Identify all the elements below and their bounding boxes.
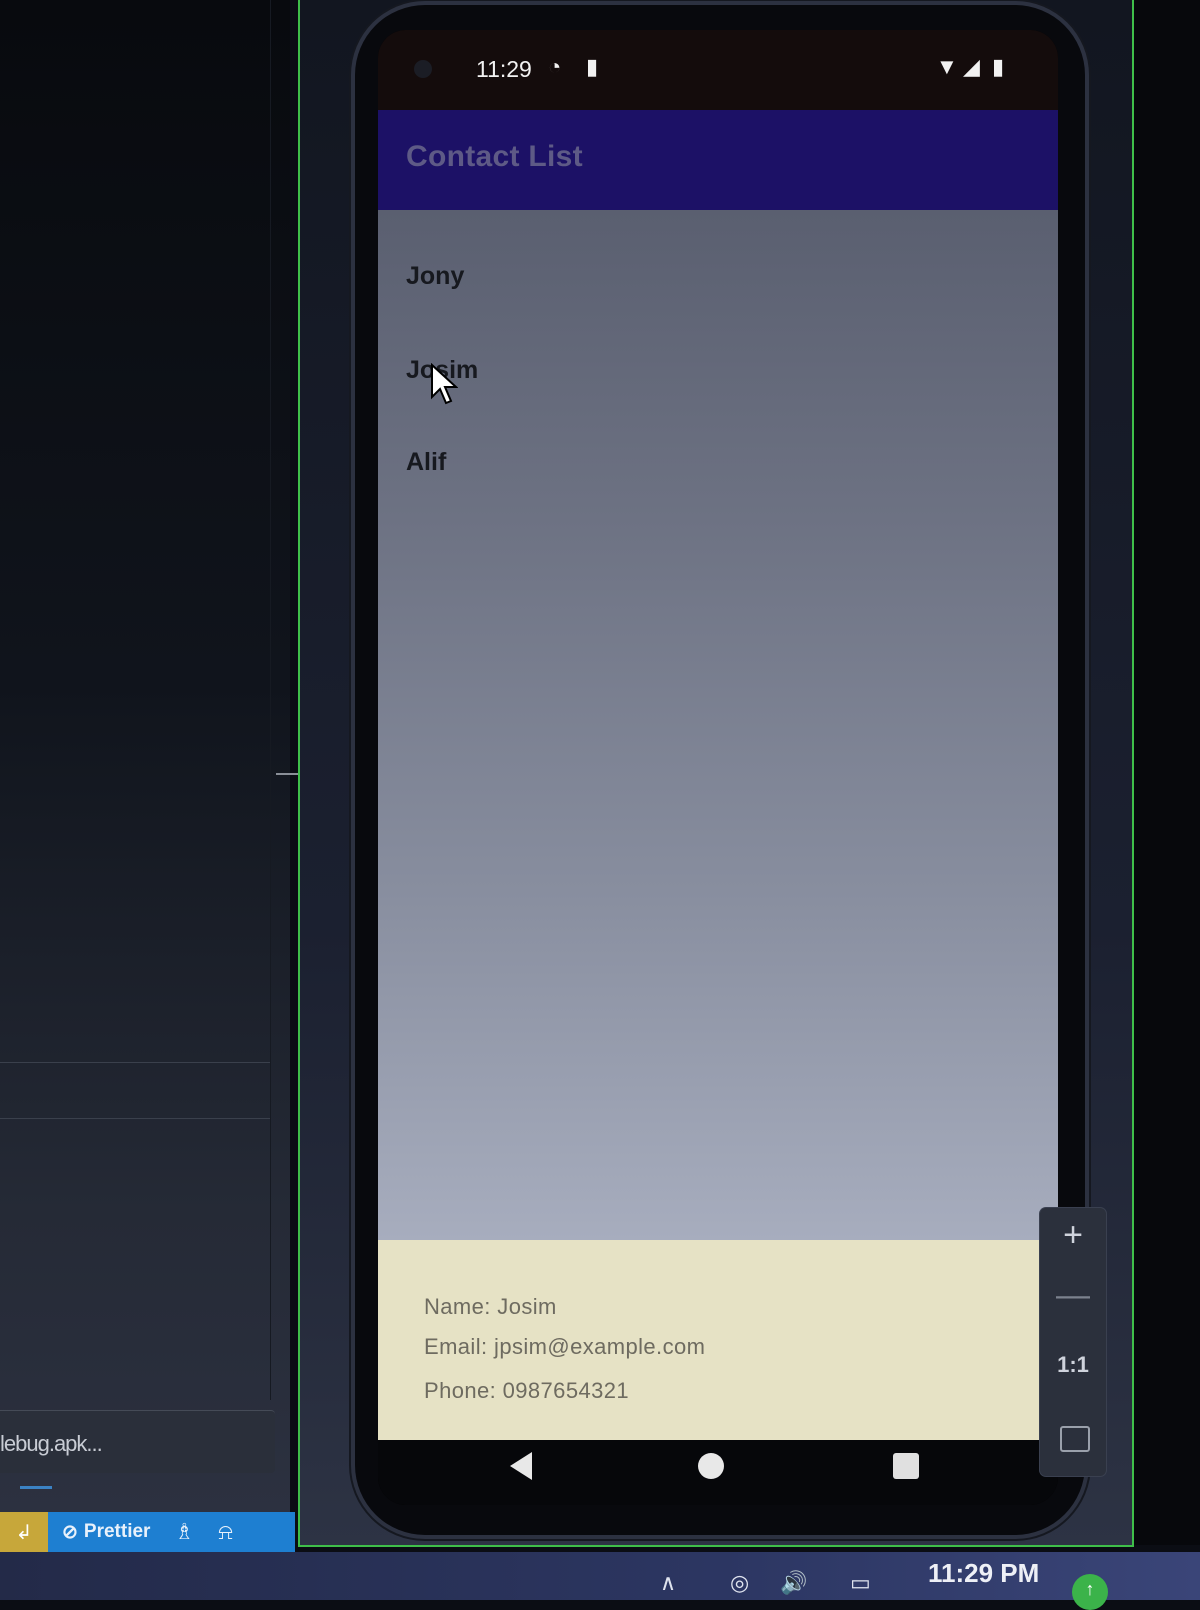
prettier-disabled-icon: ⊘ bbox=[62, 1521, 78, 1543]
detail-name: Name: Josim bbox=[424, 1294, 557, 1319]
bell-icon: ↲ bbox=[15, 1521, 33, 1544]
prettier-status[interactable]: ⊘ Prettier bbox=[62, 1521, 150, 1544]
remote-indicator[interactable]: ↲ bbox=[0, 1512, 48, 1552]
feedback-icon[interactable]: ♗ bbox=[174, 1519, 194, 1545]
detail-email: Email: jpsim@example.com bbox=[424, 1334, 706, 1359]
ide-status-bar: ↲ ⊘ Prettier ♗ ⍾ bbox=[0, 1512, 295, 1552]
panel-separator bbox=[0, 1118, 270, 1119]
signal-icon: ◢ bbox=[963, 54, 980, 79]
right-edge bbox=[1134, 0, 1200, 1545]
apk-install-notification[interactable]: lebug.apk... bbox=[0, 1410, 275, 1473]
battery-icon: ▮ bbox=[992, 54, 1005, 79]
emulator-zoom-controls: + — 1:1 bbox=[1040, 1208, 1106, 1476]
splitter-handle[interactable] bbox=[276, 773, 298, 775]
taskbar-clock[interactable]: 11:29 PM bbox=[928, 1558, 1039, 1589]
contact-details-panel: Name: Josim Email: jpsim@example.com Pho… bbox=[378, 1240, 1058, 1440]
notification-badge-icon[interactable]: ↑ bbox=[1072, 1574, 1108, 1610]
prettier-label: Prettier bbox=[83, 1521, 151, 1542]
android-status-bar: 11:29 ◔ ▮ ▼ ◢ ▮ bbox=[378, 30, 1058, 110]
chevron-up-icon[interactable]: ∧ bbox=[660, 1570, 676, 1596]
contact-item-jony[interactable]: Jony bbox=[406, 262, 464, 291]
detail-phone: Phone: 0987654321 bbox=[424, 1378, 629, 1403]
mouse-cursor-icon bbox=[431, 363, 458, 405]
phone-screen: 11:29 ◔ ▮ ▼ ◢ ▮ Contact List Jony Josim … bbox=[378, 30, 1058, 1505]
recents-icon[interactable] bbox=[893, 1453, 919, 1479]
apk-filename: lebug.apk... bbox=[0, 1431, 103, 1456]
windows-taskbar: ∧ ◎ 🔊 ▭ 11:29 PM ↑ bbox=[0, 1552, 1200, 1610]
app-title: Contact List bbox=[406, 140, 583, 173]
battery-tray-icon[interactable]: ▭ bbox=[850, 1570, 871, 1596]
network-icon[interactable]: ◎ bbox=[730, 1570, 749, 1596]
notifications-icon[interactable]: ⍾ bbox=[218, 1519, 233, 1545]
panel-separator bbox=[0, 1062, 270, 1063]
panel-divider bbox=[270, 0, 271, 1400]
android-nav-bar bbox=[378, 1440, 1058, 1505]
zoom-out-button[interactable]: — bbox=[1040, 1276, 1106, 1315]
apk-progress-bar bbox=[20, 1486, 52, 1489]
back-icon[interactable] bbox=[506, 1450, 536, 1482]
zoom-in-button[interactable]: + bbox=[1040, 1216, 1106, 1255]
sd-card-icon: ▮ bbox=[586, 54, 599, 79]
camera-cutout bbox=[414, 60, 432, 78]
contact-item-alif[interactable]: Alif bbox=[406, 448, 446, 477]
wifi-icon: ▼ bbox=[936, 54, 958, 79]
home-icon[interactable] bbox=[698, 1453, 724, 1479]
status-time: 11:29 bbox=[476, 56, 532, 82]
fit-screen-icon[interactable] bbox=[1060, 1426, 1090, 1452]
actual-size-button[interactable]: 1:1 bbox=[1040, 1352, 1106, 1378]
ide-side-panel bbox=[0, 0, 290, 1515]
app-bar: Contact List bbox=[378, 110, 1058, 210]
volume-icon[interactable]: 🔊 bbox=[780, 1570, 807, 1596]
sync-icon: ◔ bbox=[548, 54, 562, 79]
contact-list: Jony Josim Alif bbox=[378, 210, 1058, 1240]
